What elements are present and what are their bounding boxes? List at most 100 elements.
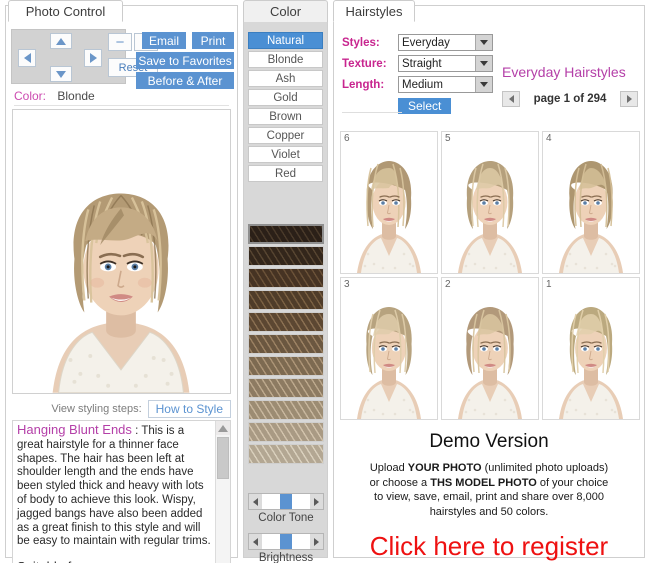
demo-line2-post: of your choice: [537, 477, 609, 489]
style-description-text: Hanging Blunt Ends : This is a great hai…: [17, 423, 213, 563]
brightness-slider[interactable]: [248, 533, 324, 550]
pan-right-button[interactable]: [84, 49, 102, 67]
texture-select-value: Straight: [402, 58, 442, 70]
before-after-button[interactable]: Before & After: [136, 72, 234, 89]
color-item-label: Brown: [269, 111, 302, 123]
demo-line1-pre: Upload: [370, 462, 408, 474]
pan-left-button[interactable]: [18, 49, 36, 67]
hairstyle-thumbnail-1[interactable]: 1: [542, 277, 640, 420]
hair-swatch-2[interactable]: [248, 246, 324, 266]
filter-row-styles: Styles: Everyday: [342, 34, 493, 51]
color-item-copper[interactable]: Copper: [248, 127, 323, 144]
current-color-row: Color: Blonde: [14, 89, 229, 106]
brightness-increase-button[interactable]: [310, 534, 323, 549]
save-to-favorites-button[interactable]: Save to Favorites: [136, 52, 234, 69]
color-item-violet[interactable]: Violet: [248, 146, 323, 163]
color-tone-slider[interactable]: [248, 493, 324, 510]
triangle-up-icon: [218, 425, 228, 432]
previous-page-button[interactable]: [502, 91, 520, 107]
hair-swatch-8[interactable]: [248, 378, 324, 398]
description-scrollbar[interactable]: [215, 421, 230, 563]
description-paragraph: Hanging Blunt Ends : This is a great hai…: [17, 423, 213, 549]
hairstyle-thumbnail-2[interactable]: 2: [441, 277, 539, 420]
before-after-label: Before & After: [148, 74, 223, 88]
hair-swatch-5[interactable]: [248, 312, 324, 332]
tab-photo-control[interactable]: Photo Control: [8, 0, 123, 22]
length-select[interactable]: Medium: [398, 76, 493, 93]
hairstyle-app-window: Photo Control: [0, 0, 650, 563]
register-link[interactable]: Click here to register: [334, 531, 644, 562]
photo-control-body: − + Reset Email Print Save to Favori: [6, 27, 237, 557]
length-label: Length:: [342, 79, 398, 91]
styles-select[interactable]: Everyday: [398, 34, 493, 51]
hairstyle-thumbnail-3[interactable]: 3: [340, 277, 438, 420]
texture-label: Texture:: [342, 58, 398, 70]
hairstyle-thumbnail-grid: 6 5: [340, 131, 640, 423]
hairstyle-thumbnail-5[interactable]: 5: [441, 131, 539, 274]
print-button[interactable]: Print: [192, 32, 234, 49]
demo-line1-bold: YOUR PHOTO: [408, 462, 482, 474]
color-item-brown[interactable]: Brown: [248, 108, 323, 125]
color-item-natural[interactable]: Natural: [248, 32, 323, 49]
scrollbar-thumb[interactable]: [217, 437, 229, 479]
select-button[interactable]: Select: [398, 98, 451, 114]
hair-swatch-1[interactable]: [248, 224, 324, 244]
hairstyle-filters: Styles: Everyday Texture: Straight Lengt…: [342, 34, 493, 115]
hairstyles-panel: Styles: Everyday Texture: Straight Lengt…: [333, 5, 645, 558]
triangle-left-icon: [24, 53, 31, 63]
demo-body: Upload YOUR PHOTO (unlimited photo uploa…: [334, 461, 644, 519]
color-item-label: Ash: [276, 73, 296, 85]
chevron-down-icon[interactable]: [475, 77, 492, 92]
triangle-right-icon: [90, 53, 97, 63]
demo-line3: to view, save, email, print and share ov…: [374, 491, 604, 503]
color-item-gold[interactable]: Gold: [248, 89, 323, 106]
hairstyle-thumbnail-4[interactable]: 4: [542, 131, 640, 274]
print-button-label: Print: [201, 34, 226, 48]
hair-swatch-10[interactable]: [248, 422, 324, 442]
color-item-label: Blonde: [268, 54, 304, 66]
texture-select[interactable]: Straight: [398, 55, 493, 72]
brightness-slider-thumb[interactable]: [280, 534, 292, 549]
color-tone-decrease-button[interactable]: [249, 494, 262, 509]
hair-swatch-6[interactable]: [248, 334, 324, 354]
hair-swatch-9[interactable]: [248, 400, 324, 420]
color-item-ash[interactable]: Ash: [248, 70, 323, 87]
hair-swatch-3[interactable]: [248, 268, 324, 288]
thumbnail-number: 4: [546, 133, 552, 144]
hairstyle-thumbnail-6[interactable]: 6: [340, 131, 438, 274]
hair-swatch-11[interactable]: [248, 444, 324, 464]
demo-line4: hairstyles and 50 colors.: [430, 506, 549, 518]
scroll-up-button[interactable]: [216, 421, 230, 435]
how-to-style-button[interactable]: How to Style: [148, 400, 231, 418]
thumbnail-number: 1: [546, 279, 552, 290]
filter-row-length: Length: Medium: [342, 76, 493, 93]
color-item-blonde[interactable]: Blonde: [248, 51, 323, 68]
color-item-red[interactable]: Red: [248, 165, 323, 182]
tab-color-label: Color: [270, 4, 301, 19]
email-button[interactable]: Email: [142, 32, 186, 49]
model-photo-viewport[interactable]: [12, 109, 231, 394]
photo-control-toolbar: − + Reset Email Print Save to Favori: [11, 29, 232, 84]
color-tone-increase-button[interactable]: [310, 494, 323, 509]
tab-hairstyles[interactable]: Hairstyles: [333, 0, 415, 22]
color-tone-control: Color Tone: [248, 493, 324, 524]
color-item-label: Gold: [273, 92, 297, 104]
zoom-out-button[interactable]: −: [108, 33, 132, 51]
email-button-label: Email: [149, 34, 179, 48]
pan-up-button[interactable]: [50, 33, 72, 49]
minus-icon: −: [116, 35, 125, 50]
chevron-down-icon[interactable]: [475, 56, 492, 71]
hair-swatch-4[interactable]: [248, 290, 324, 310]
chevron-down-icon[interactable]: [475, 35, 492, 50]
pan-down-button[interactable]: [50, 66, 72, 82]
thumbnail-number: 5: [445, 133, 451, 144]
thumbnail-number: 6: [344, 133, 350, 144]
next-page-button[interactable]: [620, 91, 638, 107]
brightness-decrease-button[interactable]: [249, 534, 262, 549]
filter-divider: [342, 112, 402, 113]
color-tone-slider-thumb[interactable]: [280, 494, 292, 509]
tab-color[interactable]: Color: [243, 0, 328, 22]
hair-swatch-7[interactable]: [248, 356, 324, 376]
styles-label: Styles:: [342, 37, 398, 49]
style-name: Hanging Blunt Ends: [17, 422, 132, 437]
